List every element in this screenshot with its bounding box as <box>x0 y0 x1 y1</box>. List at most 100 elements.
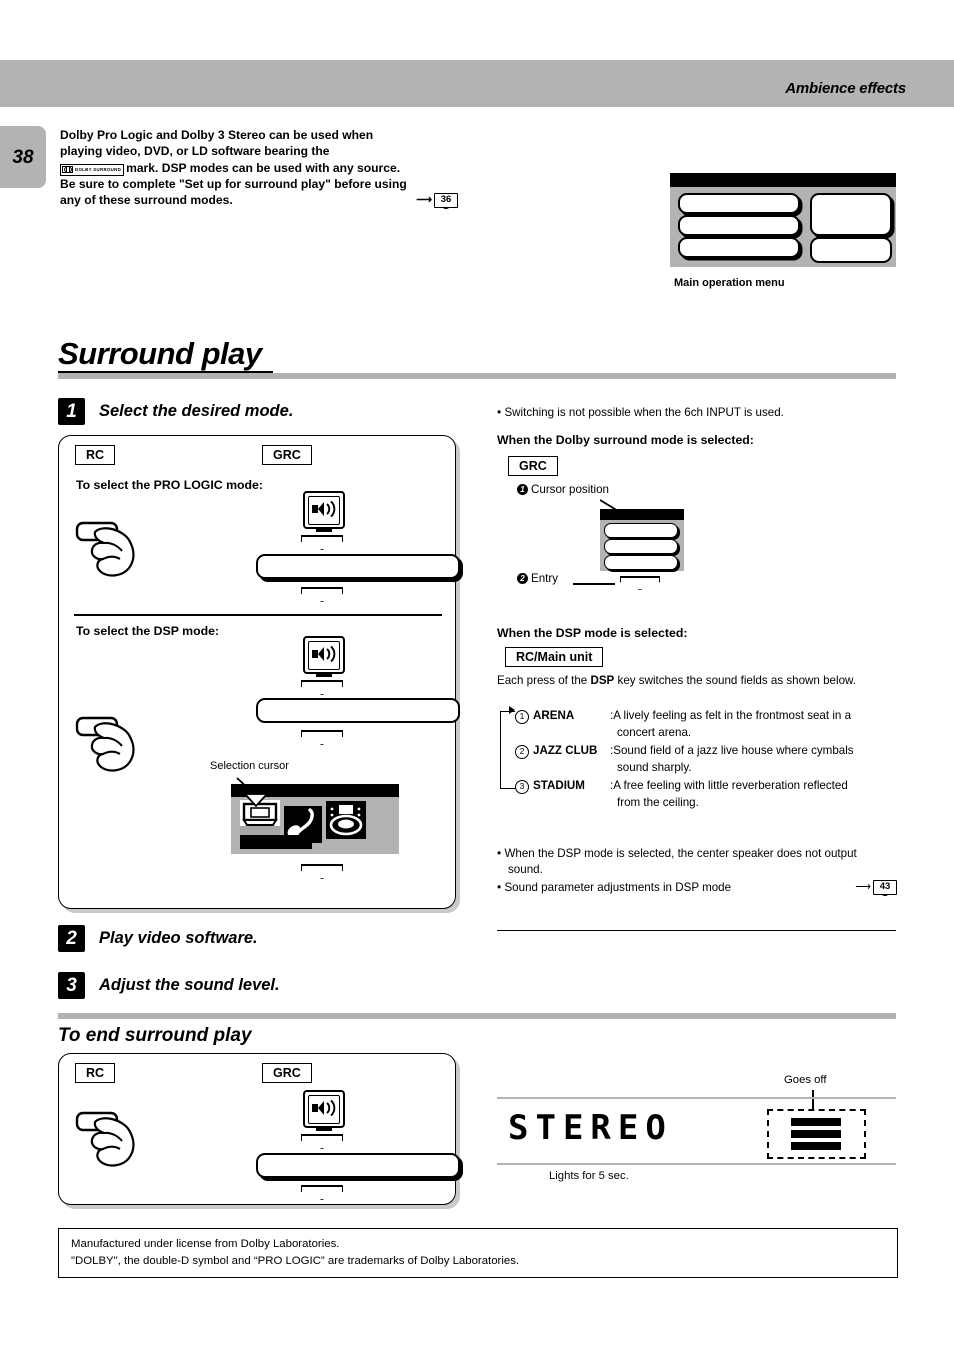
mode-index-3: 3 <box>515 780 529 794</box>
surround-speaker-icon-3 <box>303 1090 345 1131</box>
chevron-down-icon-6 <box>301 1134 343 1149</box>
license-line-1: Manufactured under license from Dolby La… <box>71 1238 340 1250</box>
chevron-down-icon-7 <box>301 1185 343 1200</box>
step-1-illustration-panel: RC GRC To select the PRO LOGIC mode: To … <box>58 435 460 909</box>
entry-leader-line <box>573 583 615 585</box>
note-switching: • Switching is not possible when the 6ch… <box>497 405 784 419</box>
dsp-mode-heading-right: When the DSP mode is selected: <box>497 626 688 640</box>
menu-title-bar <box>670 173 896 187</box>
speaker-glyph-icon-3 <box>312 1099 336 1117</box>
page-number: 38 <box>12 147 34 168</box>
cursor-position-label: 1 Cursor position <box>517 483 609 496</box>
menu-button-5 <box>810 237 892 263</box>
mode-cycle-bracket <box>500 711 515 789</box>
tag-grc-right: GRC <box>508 456 558 476</box>
dolby-mode-heading: When the Dolby surround mode is selected… <box>497 433 754 447</box>
end-section-title: To end surround play <box>58 1025 252 1046</box>
main-operation-menu-caption: Main operation menu <box>674 277 785 289</box>
step-badge-2: 2 <box>517 573 528 584</box>
chevron-down-icon-5 <box>301 864 343 879</box>
selection-cursor-triangle-icon <box>244 793 268 807</box>
grc-mini-title-bar <box>600 509 684 520</box>
surround-speaker-icon <box>303 491 345 532</box>
intro-paragraph: Dolby Pro Logic and Dolby 3 Stereo can b… <box>60 127 458 211</box>
intro-line-3: DOLBY SURROUND mark. DSP modes can be use… <box>60 160 458 176</box>
speaker-glyph-icon <box>312 500 336 518</box>
chevron-down-icon-2 <box>301 587 343 602</box>
tag-rc-main-unit: RC/Main unit <box>505 647 604 667</box>
hand-press-button-icon <box>75 521 135 577</box>
mode-desc-arena: :A lively feeling as felt in the frontmo… <box>610 709 852 739</box>
mode-row-jazz-club: 2 JAZZ CLUB <box>515 742 597 759</box>
hand-press-button-icon-3 <box>75 1111 135 1167</box>
dsp-heading: To select the DSP mode: <box>76 624 220 638</box>
step-badge-1: 1 <box>517 484 528 495</box>
step-2-label: Play video software. <box>99 929 258 947</box>
mode-row-arena: 1 ARENA <box>515 707 574 724</box>
entry-label: 2 Entry <box>517 572 558 585</box>
dsp-screen-bottom-bar <box>240 835 312 849</box>
menu-button-3 <box>678 237 800 258</box>
grc-display-bar-1 <box>256 554 460 579</box>
entry-chevron-icon <box>620 576 660 590</box>
speaker-stand <box>316 528 332 532</box>
menu-button-2 <box>678 215 800 236</box>
menu-button-4 <box>810 193 892 236</box>
mode-row-stadium: 3 STADIUM <box>515 777 585 794</box>
indicator-bar-3 <box>791 1142 841 1150</box>
tag-grc-2: GRC <box>262 1063 312 1083</box>
speaker-glyph-icon-2 <box>312 645 336 663</box>
section-rule <box>58 371 896 379</box>
chevron-down-icon-3 <box>301 680 343 695</box>
tag-rc-2: RC <box>75 1063 116 1083</box>
selection-cursor-label: Selection cursor <box>210 760 289 772</box>
book-icon: 36 <box>434 192 458 211</box>
dsp-key-name: DSP <box>590 674 615 687</box>
intro-line-2: playing video, DVD, or LD software beari… <box>60 144 330 159</box>
note-sound-parameter: • Sound parameter adjustments in DSP mod… <box>497 879 897 898</box>
page-reference-36[interactable]: ⟶ 36 <box>416 192 458 211</box>
menu-button-1 <box>678 193 800 214</box>
book-icon-2: 43 <box>873 880 897 898</box>
step-3-number: 3 <box>58 972 85 999</box>
end-surround-illustration-panel: RC GRC <box>58 1053 460 1205</box>
hand-press-button-icon-2 <box>75 716 135 772</box>
stereo-display-text: STEREO <box>508 1108 673 1148</box>
intro-line-1: Dolby Pro Logic and Dolby 3 Stereo can b… <box>60 128 374 142</box>
section-title: Surround play <box>58 336 262 371</box>
grc-display-bar-2 <box>256 698 460 723</box>
tag-grc: GRC <box>262 445 312 465</box>
dsp-intro-text: Each press of the DSP key switches the s… <box>497 674 856 687</box>
mode-index-1: 1 <box>515 710 529 724</box>
grc-mini-row-3 <box>604 555 678 570</box>
step-3-label: Adjust the sound level. <box>99 976 280 994</box>
display-rule-top <box>497 1097 896 1099</box>
page-reference-43[interactable]: ⟶ 43 <box>855 880 897 898</box>
bullet-icon-3: • <box>497 880 502 894</box>
license-box: Manufactured under license from Dolby La… <box>58 1228 898 1278</box>
grc-mini-row-2 <box>604 539 678 554</box>
note-center-speaker: • When the DSP mode is selected, the cen… <box>497 846 857 876</box>
tag-rc: RC <box>75 445 116 465</box>
speaker-stand-3 <box>316 1127 332 1131</box>
chevron-down-icon-1 <box>301 535 343 550</box>
mode-index-2: 2 <box>515 745 529 759</box>
panel-divider <box>74 614 442 616</box>
mode-desc-stadium: :A free feeling with little reverberatio… <box>610 779 848 809</box>
display-rule-bottom <box>497 1163 896 1165</box>
bullet-icon-1: • <box>497 405 502 419</box>
grc-display-bar-3 <box>256 1153 460 1178</box>
surround-speaker-icon-2 <box>303 636 345 677</box>
step-1-number: 1 <box>58 398 85 425</box>
grc-cursor-illustration <box>600 509 684 571</box>
dsp-thumb-stadium <box>326 801 366 839</box>
grc-mini-row-1 <box>604 523 678 538</box>
arrow-right-icon: ⟶ <box>416 193 432 206</box>
indicator-bar-2 <box>791 1130 841 1138</box>
prologic-heading: To select the PRO LOGIC mode: <box>76 478 263 492</box>
indicator-bar-1 <box>791 1118 841 1126</box>
dolby-double-d-icon <box>62 165 73 173</box>
end-section-rule <box>58 1013 896 1019</box>
intro-line-4: Be sure to complete "Set up for surround… <box>60 176 407 191</box>
mode-desc-jazz-club: :Sound field of a jazz live house where … <box>610 744 854 774</box>
